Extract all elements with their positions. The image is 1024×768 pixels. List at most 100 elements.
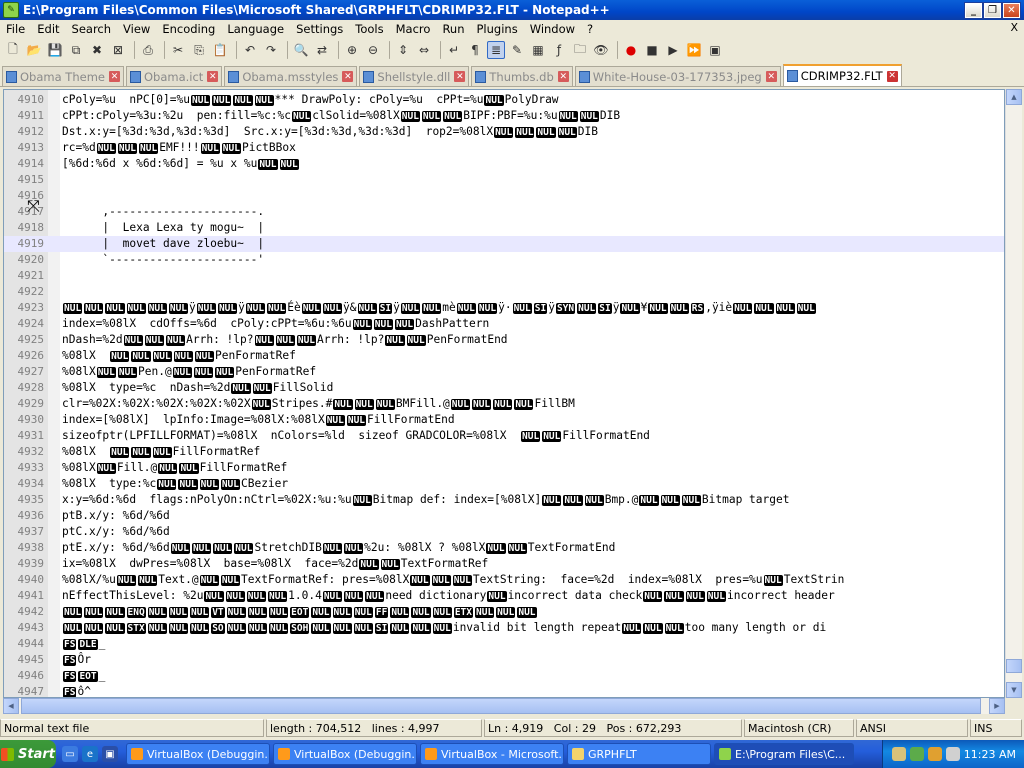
- minimize-button[interactable]: _: [964, 1, 983, 19]
- copy-icon[interactable]: ⎘: [190, 41, 208, 59]
- taskbar-task[interactable]: VirtualBox (Debuggin...: [273, 743, 417, 765]
- new-file-icon[interactable]: 🗋: [4, 41, 22, 59]
- editor-line[interactable]: 4939 ix=%08lX dwPres=%08lX base=%08lX fac…: [4, 556, 1004, 572]
- editor-line[interactable]: 4919 | movet dave zloebu~ |: [4, 236, 1004, 252]
- editor-line[interactable]: 4936 ptB.x/y: %6d/%6d: [4, 508, 1004, 524]
- record-macro-icon[interactable]: ●: [622, 41, 640, 59]
- editor-line[interactable]: 4929 clr=%02X:%02X:%02X:%02X:%02X NUL Strip…: [4, 396, 1004, 412]
- title-bar[interactable]: ✎ E:\Program Files\Common Files\Microsof…: [0, 0, 1024, 20]
- editor-line[interactable]: 4926 %08lX NUL NUL NUL NUL NUL PenFormatRef: [4, 348, 1004, 364]
- stop-macro-icon[interactable]: ■: [643, 41, 661, 59]
- file-tab[interactable]: White-House-03-177353.jpeg ✕: [574, 66, 781, 86]
- menu-item-edit[interactable]: Edit: [31, 22, 65, 36]
- menu-item-view[interactable]: View: [117, 22, 156, 36]
- network-tray-icon[interactable]: [909, 747, 924, 761]
- editor-line[interactable]: 4935 x:y=%6d:%6d flags:nPolyOn:nCtrl=%02X…: [4, 492, 1004, 508]
- function-list-icon[interactable]: ƒ: [550, 41, 568, 59]
- printer-tray-icon[interactable]: [891, 747, 906, 761]
- tab-close-icon[interactable]: ✕: [886, 70, 898, 82]
- menu-item-plugins[interactable]: Plugins: [471, 22, 524, 36]
- taskbar-task[interactable]: VirtualBox (Debuggin...: [126, 743, 270, 765]
- find-icon[interactable]: 🔍: [292, 41, 310, 59]
- indent-guide-icon[interactable]: ≣: [487, 41, 505, 59]
- close-icon[interactable]: ✖: [88, 41, 106, 59]
- editor-line[interactable]: 4920 `----------------------': [4, 252, 1004, 268]
- editor-line[interactable]: 4927 %08lX NUL NUL Pen.@ NUL NUL NUL PenFormatRe…: [4, 364, 1004, 380]
- udl-icon[interactable]: ✎: [508, 41, 526, 59]
- editor-line[interactable]: 4924 index=%08lX cdOffs=%6d cPoly:cPPt=%6…: [4, 316, 1004, 332]
- tab-close-icon[interactable]: ✕: [765, 71, 777, 82]
- menu-item-language[interactable]: Language: [221, 22, 290, 36]
- menu-item-tools[interactable]: Tools: [349, 22, 389, 36]
- menu-item-settings[interactable]: Settings: [290, 22, 349, 36]
- editor-line[interactable]: 4932 %08lX NUL NUL NUL FillFormatRef: [4, 444, 1004, 460]
- file-tab[interactable]: Shellstyle.dll ✕: [359, 66, 470, 86]
- zoom-in-icon[interactable]: ⊕: [343, 41, 361, 59]
- editor-line[interactable]: 4930 index=[%08lX] lpInfo:Image=%08lX:%08…: [4, 412, 1004, 428]
- paste-icon[interactable]: 📋: [211, 41, 229, 59]
- replace-icon[interactable]: ⇄: [313, 41, 331, 59]
- menu-item-macro[interactable]: Macro: [390, 22, 437, 36]
- editor-line[interactable]: 4917 ,----------------------.: [4, 204, 1004, 220]
- editor-line[interactable]: 4922: [4, 284, 1004, 300]
- editor-line[interactable]: 4915: [4, 172, 1004, 188]
- file-tab[interactable]: Obama.ict ✕: [125, 66, 223, 86]
- scroll-right-arrow-icon[interactable]: ▶: [989, 698, 1005, 714]
- vertical-scrollbar[interactable]: ▲ ▼: [1005, 89, 1022, 698]
- internet-explorer-icon[interactable]: e: [82, 746, 98, 762]
- show-desktop-icon[interactable]: ▭: [62, 746, 78, 762]
- editor-line[interactable]: 4947 FS ô^: [4, 684, 1004, 697]
- editor-line[interactable]: 4928 %08lX type=%c nDash=%2d NUL NUL FillSol…: [4, 380, 1004, 396]
- redo-icon[interactable]: ↷: [262, 41, 280, 59]
- menu-item-file[interactable]: File: [0, 22, 31, 36]
- save-macro-icon[interactable]: ▣: [706, 41, 724, 59]
- editor-line[interactable]: 4931 sizeofptr(LPFILLFORMAT)=%08lX nColor…: [4, 428, 1004, 444]
- open-file-icon[interactable]: 📂: [25, 41, 43, 59]
- editor-line[interactable]: 4923 NUL NUL NUL NUL NUL NUL ÿ NUL NUL ÿ NUL NUL Éè NU…: [4, 300, 1004, 316]
- play-macro-icon[interactable]: ▶: [664, 41, 682, 59]
- save-all-icon[interactable]: ⧉: [67, 41, 85, 59]
- start-button[interactable]: Start: [0, 740, 56, 768]
- editor-line[interactable]: 4946 FS EOT _: [4, 668, 1004, 684]
- close-all-icon[interactable]: ⊠: [109, 41, 127, 59]
- volume-tray-icon[interactable]: [945, 747, 960, 761]
- editor-line[interactable]: 4916: [4, 188, 1004, 204]
- scroll-left-arrow-icon[interactable]: ◀: [3, 698, 19, 714]
- menu-item-search[interactable]: Search: [66, 22, 118, 36]
- menu-item-window[interactable]: Window: [524, 22, 581, 36]
- text-editor[interactable]: 4910 cPoly=%u nPC[0]=%u NUL NUL NUL NUL *** Dr…: [3, 89, 1005, 698]
- undo-icon[interactable]: ↶: [241, 41, 259, 59]
- vertical-scroll-thumb[interactable]: [1006, 659, 1022, 673]
- file-tab[interactable]: CDRIMP32.FLT ✕: [782, 64, 902, 86]
- editor-line[interactable]: 4921: [4, 268, 1004, 284]
- taskbar-task[interactable]: GRPHFLT: [567, 743, 711, 765]
- menu-item-help[interactable]: ?: [581, 22, 599, 36]
- virtualbox-launcher-icon[interactable]: ▣: [102, 746, 118, 762]
- editor-line[interactable]: 4941 nEffectThisLevel: %2u NUL NUL NUL NUL 1.0…: [4, 588, 1004, 604]
- tab-close-icon[interactable]: ✕: [557, 71, 569, 82]
- menu-close-button[interactable]: X: [1010, 21, 1018, 34]
- doc-map-icon[interactable]: ▦: [529, 41, 547, 59]
- horizontal-scroll-thumb[interactable]: [21, 698, 981, 714]
- taskbar-task[interactable]: E:\Program Files\C...: [714, 743, 854, 765]
- editor-line[interactable]: 4918 | Lexa Lexa ty mogu~ |: [4, 220, 1004, 236]
- tab-close-icon[interactable]: ✕: [108, 71, 120, 82]
- editor-line[interactable]: 4912 Dst.x:y=[%3d:%3d,%3d:%3d] Src.x:y=[%…: [4, 124, 1004, 140]
- editor-line[interactable]: 4943 NUL NUL NUL STX NUL NUL NUL SO NUL NUL NUL SOH N…: [4, 620, 1004, 636]
- tab-close-icon[interactable]: ✕: [207, 71, 219, 82]
- editor-line[interactable]: 4914 [%6d:%6d x %6d:%6d] = %u x %u NUL NUL: [4, 156, 1004, 172]
- file-tab[interactable]: Obama Theme ✕: [2, 66, 124, 86]
- security-tray-icon[interactable]: [927, 747, 942, 761]
- editor-line[interactable]: 4925 nDash=%2d NUL NUL NUL Arrh: !lp? NUL NUL NU…: [4, 332, 1004, 348]
- editor-line[interactable]: 4940 %08lX/%u NUL NUL Text.@ NUL NUL TextFormat…: [4, 572, 1004, 588]
- editor-line[interactable]: 4944 FS DLE _: [4, 636, 1004, 652]
- all-chars-icon[interactable]: ¶: [466, 41, 484, 59]
- file-tab[interactable]: Thumbs.db ✕: [471, 66, 573, 86]
- editor-line[interactable]: 4934 %08lX type:%c NUL NUL NUL NUL CBezier: [4, 476, 1004, 492]
- menu-item-run[interactable]: Run: [436, 22, 470, 36]
- editor-line[interactable]: 4913 rc=%d NUL NUL NUL EMF!!! NUL NUL PictBBox: [4, 140, 1004, 156]
- file-tab[interactable]: Obama.msstyles ✕: [224, 66, 358, 86]
- tab-close-icon[interactable]: ✕: [454, 71, 466, 82]
- clock[interactable]: 11:23 AM: [964, 748, 1016, 761]
- cut-icon[interactable]: ✂: [169, 41, 187, 59]
